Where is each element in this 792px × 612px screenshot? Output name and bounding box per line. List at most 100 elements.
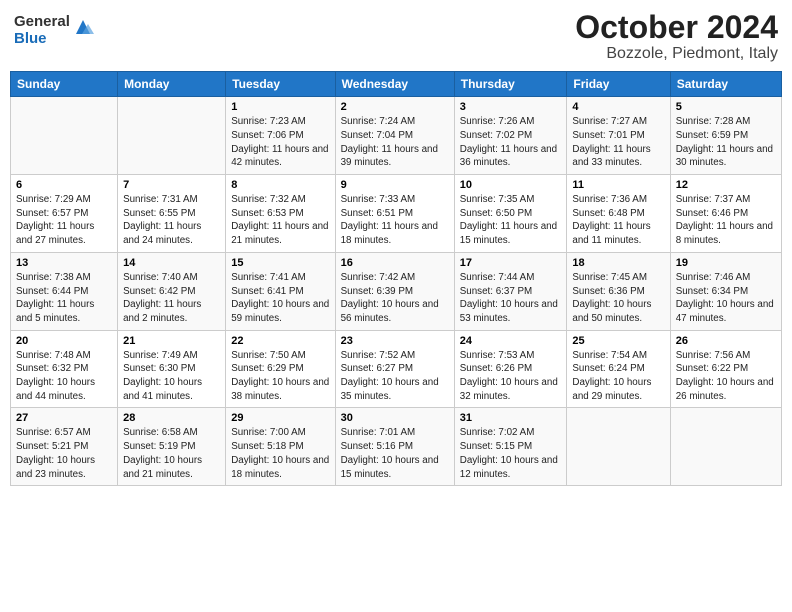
sunset-text: Sunset: 6:51 PM bbox=[341, 208, 413, 219]
calendar-week-row: 27 Sunrise: 6:57 AM Sunset: 5:21 PM Dayl… bbox=[11, 408, 782, 486]
sunset-text: Sunset: 6:30 PM bbox=[123, 363, 195, 374]
sunrise-text: Sunrise: 7:33 AM bbox=[341, 194, 416, 205]
day-number: 17 bbox=[460, 257, 562, 269]
sunset-text: Sunset: 6:24 PM bbox=[572, 363, 644, 374]
table-row: 30 Sunrise: 7:01 AM Sunset: 5:16 PM Dayl… bbox=[335, 408, 454, 486]
day-info: Sunrise: 7:23 AM Sunset: 7:06 PM Dayligh… bbox=[231, 115, 329, 170]
day-number: 6 bbox=[16, 179, 112, 191]
table-row: 23 Sunrise: 7:52 AM Sunset: 6:27 PM Dayl… bbox=[335, 330, 454, 408]
table-row: 18 Sunrise: 7:45 AM Sunset: 6:36 PM Dayl… bbox=[567, 252, 670, 330]
sunset-text: Sunset: 6:36 PM bbox=[572, 286, 644, 297]
day-number: 30 bbox=[341, 412, 449, 424]
daylight-text: Daylight: 11 hours and 39 minutes. bbox=[341, 144, 438, 169]
daylight-text: Daylight: 11 hours and 27 minutes. bbox=[16, 221, 94, 246]
day-number: 23 bbox=[341, 335, 449, 347]
table-row: 1 Sunrise: 7:23 AM Sunset: 7:06 PM Dayli… bbox=[226, 97, 335, 175]
sunset-text: Sunset: 6:50 PM bbox=[460, 208, 532, 219]
table-row: 10 Sunrise: 7:35 AM Sunset: 6:50 PM Dayl… bbox=[454, 175, 567, 253]
sunrise-text: Sunrise: 7:40 AM bbox=[123, 272, 198, 283]
calendar-table: Sunday Monday Tuesday Wednesday Thursday… bbox=[10, 71, 782, 486]
daylight-text: Daylight: 10 hours and 21 minutes. bbox=[123, 455, 202, 480]
day-info: Sunrise: 7:33 AM Sunset: 6:51 PM Dayligh… bbox=[341, 193, 449, 248]
daylight-text: Daylight: 11 hours and 15 minutes. bbox=[460, 221, 557, 246]
table-row: 16 Sunrise: 7:42 AM Sunset: 6:39 PM Dayl… bbox=[335, 252, 454, 330]
sunrise-text: Sunrise: 7:28 AM bbox=[676, 116, 751, 127]
table-row: 11 Sunrise: 7:36 AM Sunset: 6:48 PM Dayl… bbox=[567, 175, 670, 253]
table-row: 26 Sunrise: 7:56 AM Sunset: 6:22 PM Dayl… bbox=[670, 330, 781, 408]
sunset-text: Sunset: 7:01 PM bbox=[572, 130, 644, 141]
sunrise-text: Sunrise: 6:57 AM bbox=[16, 427, 91, 438]
col-friday: Friday bbox=[567, 72, 670, 97]
table-row: 9 Sunrise: 7:33 AM Sunset: 6:51 PM Dayli… bbox=[335, 175, 454, 253]
daylight-text: Daylight: 10 hours and 50 minutes. bbox=[572, 299, 651, 324]
sunrise-text: Sunrise: 7:31 AM bbox=[123, 194, 198, 205]
logo-general-text: General bbox=[14, 14, 70, 31]
sunrise-text: Sunrise: 7:37 AM bbox=[676, 194, 751, 205]
day-number: 18 bbox=[572, 257, 664, 269]
daylight-text: Daylight: 10 hours and 53 minutes. bbox=[460, 299, 558, 324]
day-info: Sunrise: 7:56 AM Sunset: 6:22 PM Dayligh… bbox=[676, 349, 776, 404]
table-row: 12 Sunrise: 7:37 AM Sunset: 6:46 PM Dayl… bbox=[670, 175, 781, 253]
col-wednesday: Wednesday bbox=[335, 72, 454, 97]
daylight-text: Daylight: 11 hours and 11 minutes. bbox=[572, 221, 650, 246]
day-info: Sunrise: 7:53 AM Sunset: 6:26 PM Dayligh… bbox=[460, 349, 562, 404]
day-info: Sunrise: 7:54 AM Sunset: 6:24 PM Dayligh… bbox=[572, 349, 664, 404]
sunrise-text: Sunrise: 7:49 AM bbox=[123, 350, 198, 361]
sunrise-text: Sunrise: 7:54 AM bbox=[572, 350, 647, 361]
day-info: Sunrise: 7:37 AM Sunset: 6:46 PM Dayligh… bbox=[676, 193, 776, 248]
sunset-text: Sunset: 5:19 PM bbox=[123, 441, 195, 452]
day-info: Sunrise: 7:32 AM Sunset: 6:53 PM Dayligh… bbox=[231, 193, 329, 248]
table-row: 17 Sunrise: 7:44 AM Sunset: 6:37 PM Dayl… bbox=[454, 252, 567, 330]
table-row: 25 Sunrise: 7:54 AM Sunset: 6:24 PM Dayl… bbox=[567, 330, 670, 408]
daylight-text: Daylight: 10 hours and 44 minutes. bbox=[16, 377, 95, 402]
day-number: 31 bbox=[460, 412, 562, 424]
col-saturday: Saturday bbox=[670, 72, 781, 97]
sunrise-text: Sunrise: 7:41 AM bbox=[231, 272, 306, 283]
day-number: 10 bbox=[460, 179, 562, 191]
daylight-text: Daylight: 10 hours and 15 minutes. bbox=[341, 455, 439, 480]
daylight-text: Daylight: 10 hours and 18 minutes. bbox=[231, 455, 329, 480]
day-info: Sunrise: 7:26 AM Sunset: 7:02 PM Dayligh… bbox=[460, 115, 562, 170]
table-row: 19 Sunrise: 7:46 AM Sunset: 6:34 PM Dayl… bbox=[670, 252, 781, 330]
daylight-text: Daylight: 11 hours and 33 minutes. bbox=[572, 144, 650, 169]
col-tuesday: Tuesday bbox=[226, 72, 335, 97]
day-number: 21 bbox=[123, 335, 220, 347]
page-header: General Blue October 2024 Bozzole, Piedm… bbox=[10, 10, 782, 63]
sunset-text: Sunset: 6:46 PM bbox=[676, 208, 748, 219]
sunrise-text: Sunrise: 7:46 AM bbox=[676, 272, 751, 283]
calendar-header-row: Sunday Monday Tuesday Wednesday Thursday… bbox=[11, 72, 782, 97]
logo-icon bbox=[72, 16, 94, 43]
sunrise-text: Sunrise: 7:24 AM bbox=[341, 116, 416, 127]
table-row: 6 Sunrise: 7:29 AM Sunset: 6:57 PM Dayli… bbox=[11, 175, 118, 253]
day-info: Sunrise: 7:45 AM Sunset: 6:36 PM Dayligh… bbox=[572, 271, 664, 326]
table-row: 24 Sunrise: 7:53 AM Sunset: 6:26 PM Dayl… bbox=[454, 330, 567, 408]
day-info: Sunrise: 7:36 AM Sunset: 6:48 PM Dayligh… bbox=[572, 193, 664, 248]
day-info: Sunrise: 7:49 AM Sunset: 6:30 PM Dayligh… bbox=[123, 349, 220, 404]
sunset-text: Sunset: 7:06 PM bbox=[231, 130, 303, 141]
table-row: 7 Sunrise: 7:31 AM Sunset: 6:55 PM Dayli… bbox=[118, 175, 226, 253]
table-row: 5 Sunrise: 7:28 AM Sunset: 6:59 PM Dayli… bbox=[670, 97, 781, 175]
calendar-subtitle: Bozzole, Piedmont, Italy bbox=[575, 45, 778, 63]
daylight-text: Daylight: 10 hours and 29 minutes. bbox=[572, 377, 651, 402]
daylight-text: Daylight: 10 hours and 23 minutes. bbox=[16, 455, 95, 480]
daylight-text: Daylight: 10 hours and 59 minutes. bbox=[231, 299, 329, 324]
daylight-text: Daylight: 11 hours and 24 minutes. bbox=[123, 221, 201, 246]
day-number: 2 bbox=[341, 101, 449, 113]
logo: General Blue bbox=[14, 14, 94, 47]
daylight-text: Daylight: 11 hours and 30 minutes. bbox=[676, 144, 773, 169]
calendar-week-row: 6 Sunrise: 7:29 AM Sunset: 6:57 PM Dayli… bbox=[11, 175, 782, 253]
day-number: 26 bbox=[676, 335, 776, 347]
table-row: 4 Sunrise: 7:27 AM Sunset: 7:01 PM Dayli… bbox=[567, 97, 670, 175]
sunrise-text: Sunrise: 7:45 AM bbox=[572, 272, 647, 283]
day-info: Sunrise: 7:42 AM Sunset: 6:39 PM Dayligh… bbox=[341, 271, 449, 326]
sunrise-text: Sunrise: 7:26 AM bbox=[460, 116, 535, 127]
day-info: Sunrise: 7:41 AM Sunset: 6:41 PM Dayligh… bbox=[231, 271, 329, 326]
day-number: 20 bbox=[16, 335, 112, 347]
day-number: 7 bbox=[123, 179, 220, 191]
table-row: 20 Sunrise: 7:48 AM Sunset: 6:32 PM Dayl… bbox=[11, 330, 118, 408]
calendar-week-row: 1 Sunrise: 7:23 AM Sunset: 7:06 PM Dayli… bbox=[11, 97, 782, 175]
sunset-text: Sunset: 5:15 PM bbox=[460, 441, 532, 452]
sunset-text: Sunset: 6:32 PM bbox=[16, 363, 88, 374]
day-number: 24 bbox=[460, 335, 562, 347]
sunrise-text: Sunrise: 6:58 AM bbox=[123, 427, 198, 438]
